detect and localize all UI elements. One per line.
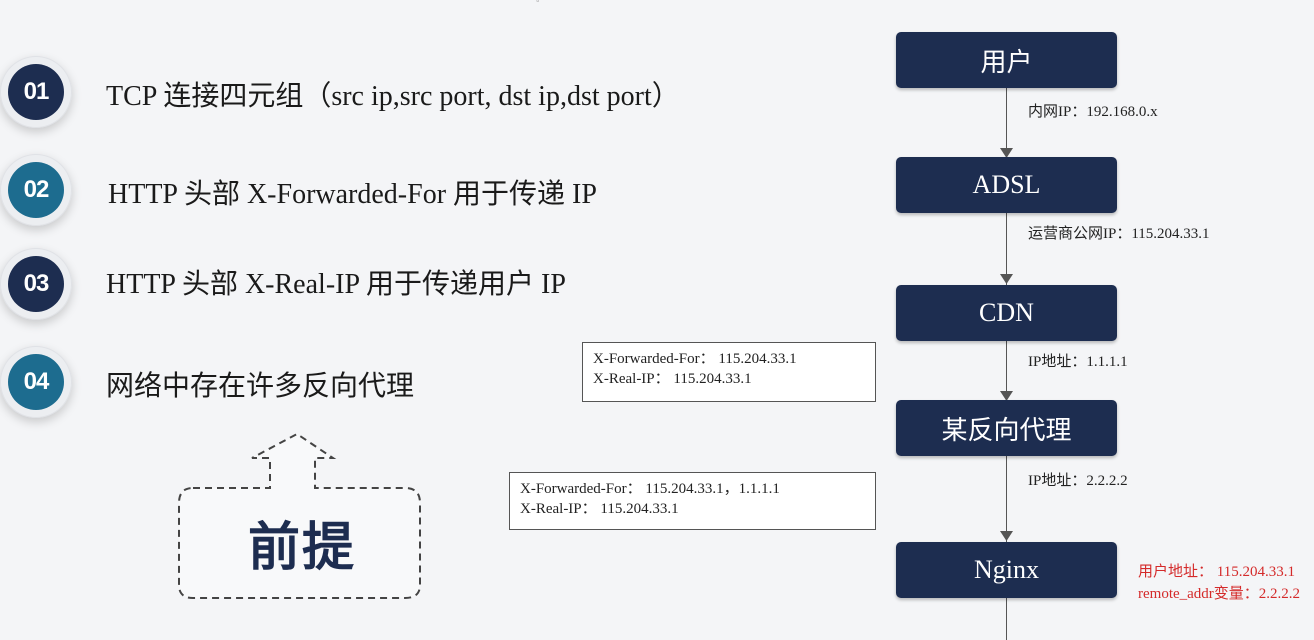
flow-node-reverse-proxy: 某反向代理 bbox=[896, 400, 1117, 456]
nginx-remote-addr-note: remote_addr变量：2.2.2.2 bbox=[1138, 586, 1301, 602]
flow-node-adsl: ADSL bbox=[896, 157, 1117, 213]
list-item-text: HTTP 头部 X-Real-IP 用于传递用户 IP bbox=[106, 269, 566, 300]
header-xff-line: X-Forwarded-For： 115.204.33.1，1.1.1.1 bbox=[520, 481, 780, 497]
number-badge: 01 bbox=[8, 64, 64, 120]
list-item-text: HTTP 头部 X-Forwarded-For 用于传递 IP bbox=[108, 179, 597, 210]
edge-label-proxy-ip: IP地址：2.2.2.2 bbox=[1028, 473, 1128, 489]
edge-label-cdn-ip: IP地址：1.1.1.1 bbox=[1028, 354, 1128, 370]
arrow-head bbox=[1000, 531, 1013, 541]
header-xrealip-line: X-Real-IP： 115.204.33.1 bbox=[593, 371, 752, 387]
cursor-mark: ◦ bbox=[536, 0, 540, 7]
badge-container: 03 bbox=[0, 248, 72, 320]
header-xrealip-line: X-Real-IP： 115.204.33.1 bbox=[520, 501, 679, 517]
edge-label-isp-ip: 运营商公网IP：115.204.33.1 bbox=[1028, 226, 1210, 242]
flow-node-cdn: CDN bbox=[896, 285, 1117, 341]
number-badge: 03 bbox=[8, 256, 64, 312]
edge-label-lan-ip: 内网IP：192.168.0.x bbox=[1028, 104, 1158, 120]
header-box-proxy: X-Forwarded-For： 115.204.33.1，1.1.1.1 X-… bbox=[509, 472, 876, 530]
badge-container: 01 bbox=[0, 56, 72, 128]
list-item-02: 02 HTTP 头部 X-Forwarded-For 用于传递 IP bbox=[0, 154, 780, 234]
slide: ◦ 01 TCP 连接四元组（src ip,src port, dst ip,d… bbox=[0, 0, 1314, 640]
arrow-head bbox=[1000, 274, 1013, 284]
badge-container: 02 bbox=[0, 154, 72, 226]
nginx-user-address-note: 用户地址： 115.204.33.1 bbox=[1138, 564, 1295, 580]
list-item-03: 03 HTTP 头部 X-Real-IP 用于传递用户 IP bbox=[0, 248, 780, 328]
number-badge: 02 bbox=[8, 162, 64, 218]
list-item-01: 01 TCP 连接四元组（src ip,src port, dst ip,dst… bbox=[0, 56, 780, 136]
flow-node-nginx: Nginx bbox=[896, 542, 1117, 598]
header-box-cdn: X-Forwarded-For： 115.204.33.1 X-Real-IP：… bbox=[582, 342, 876, 402]
number-badge: 04 bbox=[8, 354, 64, 410]
list-item-text: 网络中存在许多反向代理 bbox=[106, 371, 415, 402]
list-item-text: TCP 连接四元组（src ip,src port, dst ip,dst po… bbox=[106, 81, 680, 112]
premise-label: 前提 bbox=[247, 518, 356, 578]
flow-node-user: 用户 bbox=[896, 32, 1117, 88]
header-xff-line: X-Forwarded-For： 115.204.33.1 bbox=[593, 351, 797, 367]
badge-container: 04 bbox=[0, 346, 72, 418]
